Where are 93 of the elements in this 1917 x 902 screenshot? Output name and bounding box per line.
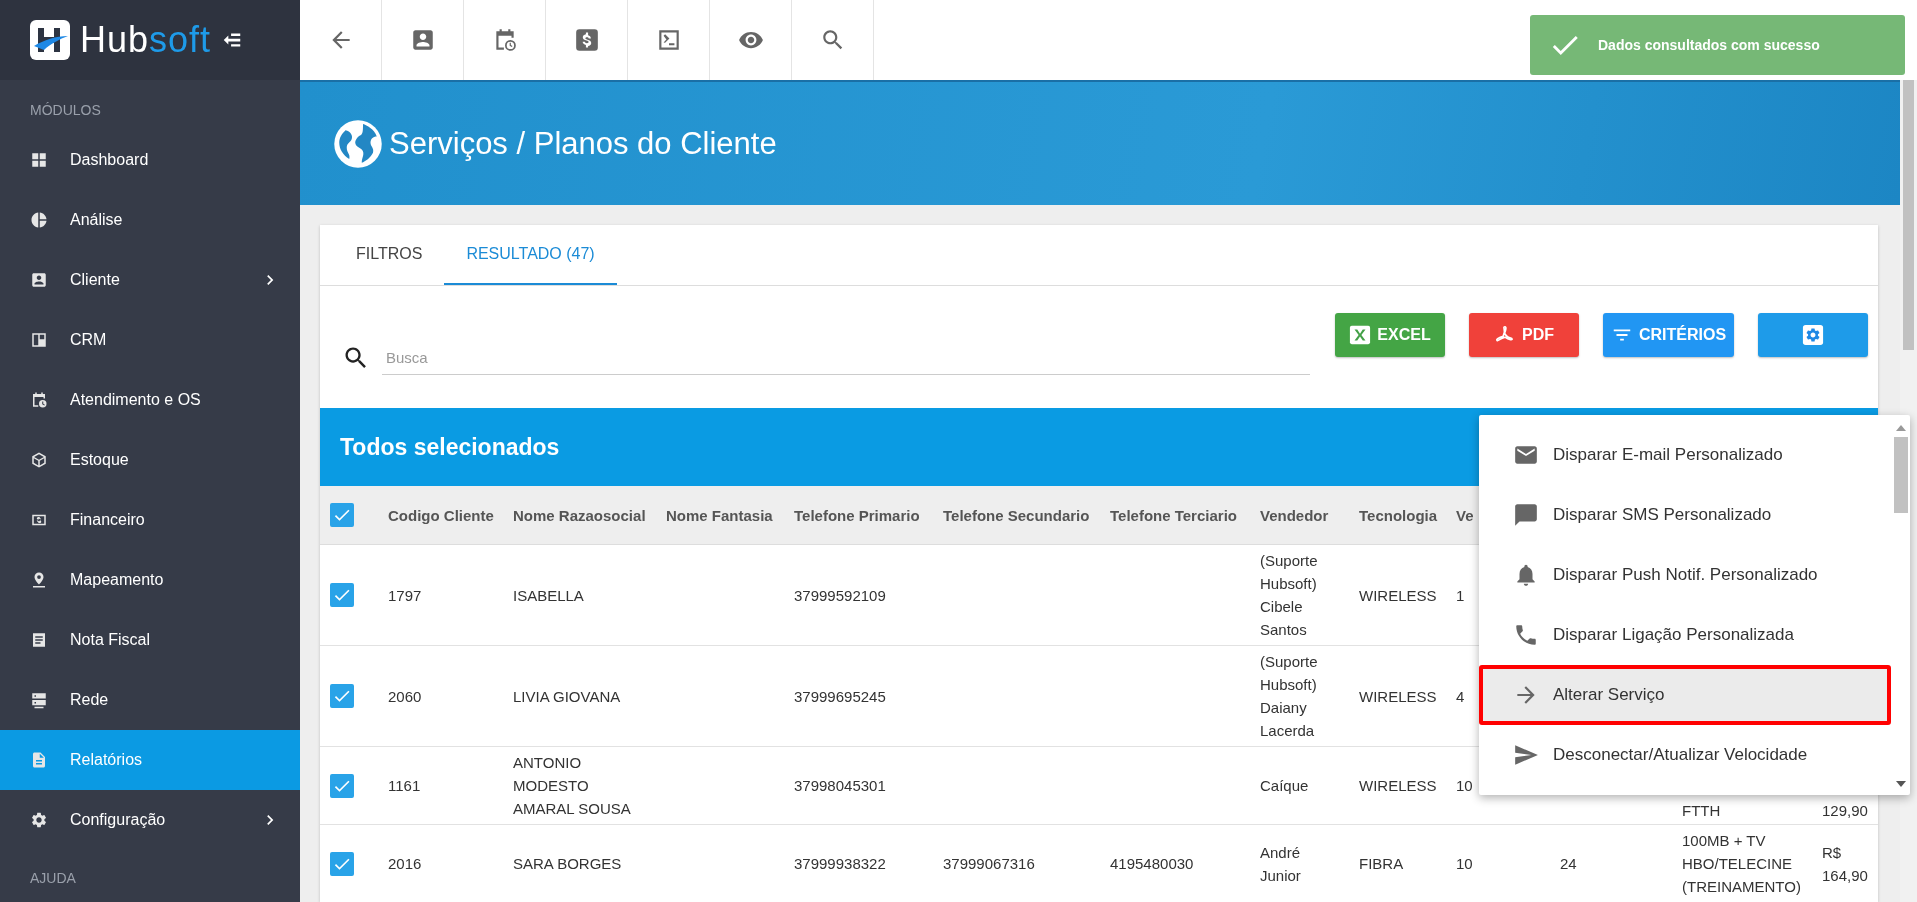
send-icon [1513, 742, 1539, 768]
select-all-checkbox[interactable] [330, 503, 354, 527]
pie-chart-icon [30, 211, 48, 229]
success-toast: Dados consultados com sucesso [1530, 15, 1905, 75]
table-cell: 37999938322 [794, 855, 886, 872]
table-cell: WIRELESS [1359, 687, 1437, 705]
table-cell: 10 [1456, 855, 1473, 872]
row-checkbox[interactable] [330, 773, 354, 798]
table-cell: SARA BORGES [513, 855, 622, 872]
sidebar-item[interactable]: Dashboard [0, 130, 300, 190]
sidebar-item[interactable]: Financeiro [0, 490, 300, 550]
table-cell: André Junior [1260, 843, 1301, 884]
page-title: Serviços / Planos do Cliente [389, 125, 777, 162]
row-checkbox[interactable] [330, 583, 354, 607]
column-header[interactable]: Vendedor [1248, 506, 1347, 524]
contact-card-icon [30, 271, 48, 289]
menu-item[interactable]: Disparar E-mail Personalizado [1479, 425, 1891, 485]
board-icon [30, 331, 48, 349]
table-cell: 37999067316 [943, 855, 1035, 872]
menu-item[interactable]: Desconectar/Atualizar Velocidade [1479, 725, 1891, 785]
table-cell: R$ 164,90 [1822, 843, 1868, 884]
settings-icon [1802, 324, 1824, 346]
table-cell: 37999592109 [794, 586, 886, 604]
scrollbar-thumb[interactable] [1893, 437, 1908, 513]
menu-item[interactable]: Disparar SMS Personalizado [1479, 485, 1891, 545]
menu-item[interactable]: Alterar Serviço [1479, 665, 1891, 725]
gear-icon [30, 811, 48, 829]
table-cell: ANTONIO MODESTO AMARAL SOUSA [513, 754, 631, 817]
table-cell: ISABELLA [513, 586, 584, 604]
column-header[interactable]: Codigo Cliente [376, 506, 501, 524]
table-cell: WIRELESS [1359, 777, 1437, 794]
sidebar-item[interactable]: CRM [0, 310, 300, 370]
row-checkbox[interactable] [330, 851, 354, 876]
scroll-up-arrow-icon[interactable] [1895, 425, 1906, 431]
menu-item[interactable]: Disparar Ligação Personalizada [1479, 605, 1891, 665]
table-cell: FIBRA [1359, 855, 1404, 872]
table-cell: WIRELESS [1359, 586, 1437, 604]
grid-icon [30, 151, 48, 169]
column-header[interactable]: Telefone Terciario [1098, 506, 1248, 524]
sidebar-item[interactable]: Atendimento e OS [0, 370, 300, 430]
file-icon [30, 751, 48, 769]
chat-bubble-icon [1513, 502, 1539, 528]
table-cell: 129,90 [1822, 802, 1868, 819]
logo-icon [30, 20, 70, 60]
settings-button[interactable] [1758, 313, 1868, 357]
globe-icon [333, 118, 383, 169]
logo-text: Hubsoft [80, 19, 212, 61]
column-header[interactable]: Tecnologia [1347, 506, 1444, 524]
table-cell: 2016 [388, 855, 422, 872]
table-cell: 24 [1560, 855, 1577, 872]
table-cell: FTTH [1682, 802, 1721, 819]
section-label: MÓDULOS [29, 101, 102, 120]
table-cell: 4 [1456, 687, 1465, 705]
sidebar-item[interactable]: Estoque [0, 430, 300, 490]
tab[interactable]: RESULTADO (47) [444, 225, 617, 285]
sidebar-item[interactable]: Mapeamento [0, 550, 300, 610]
spreadsheet-icon [1349, 324, 1372, 346]
menu-item[interactable]: Disparar Push Notif. Personalizado [1479, 545, 1891, 605]
section-label: AJUDA [29, 869, 77, 888]
selection-title: Todos selecionados [340, 433, 560, 461]
table-cell: Caíque [1260, 777, 1309, 794]
sidebar-item[interactable]: Configuração [0, 790, 300, 850]
column-header[interactable]: Telefone Secundario [931, 506, 1098, 524]
sidebar-item[interactable]: Nota Fiscal [0, 610, 300, 670]
table-cell: 1161 [388, 777, 421, 794]
box-icon [30, 451, 48, 469]
pdf-button[interactable]: PDF [1469, 313, 1579, 357]
document-icon [30, 631, 48, 649]
sidebar-item[interactable]: Análise [0, 190, 300, 250]
table-cell: LIVIA GIOVANA [513, 687, 621, 705]
sidebar-item[interactable]: Rede [0, 670, 300, 730]
table-cell: 2060 [388, 687, 422, 705]
column-header[interactable]: Telefone Primario [782, 506, 931, 524]
phone-icon [1513, 622, 1539, 648]
sidebar-item[interactable]: Cliente [0, 250, 300, 310]
table-cell: 37998045301 [794, 777, 886, 794]
calendar-clock-icon [30, 391, 48, 409]
dollar-icon [573, 27, 600, 53]
table-cell: 1797 [388, 586, 422, 604]
table-cell: 1 [1456, 586, 1465, 604]
table-cell: (Suporte Hubsoft) Daiany Lacerda [1260, 653, 1318, 739]
table-cell: (Suporte Hubsoft) Cibele Santos [1260, 552, 1318, 638]
table-cell: 10 [1456, 777, 1473, 794]
scroll-down-arrow-icon[interactable] [1895, 781, 1906, 787]
server-icon [30, 691, 48, 709]
column-header[interactable]: Nome Razaosocial [501, 506, 654, 524]
table-cell: 4195480030 [1110, 855, 1194, 872]
map-pin-icon [30, 571, 48, 589]
row-checkbox[interactable] [330, 684, 354, 708]
table-cell: 37999695245 [794, 687, 886, 705]
tab[interactable]: FILTROS [334, 225, 445, 285]
table-cell: 100MB + TV HBO/TELECINE (TREINAMENTO) [1682, 832, 1801, 895]
column-header[interactable]: Nome Fantasia [654, 506, 782, 524]
